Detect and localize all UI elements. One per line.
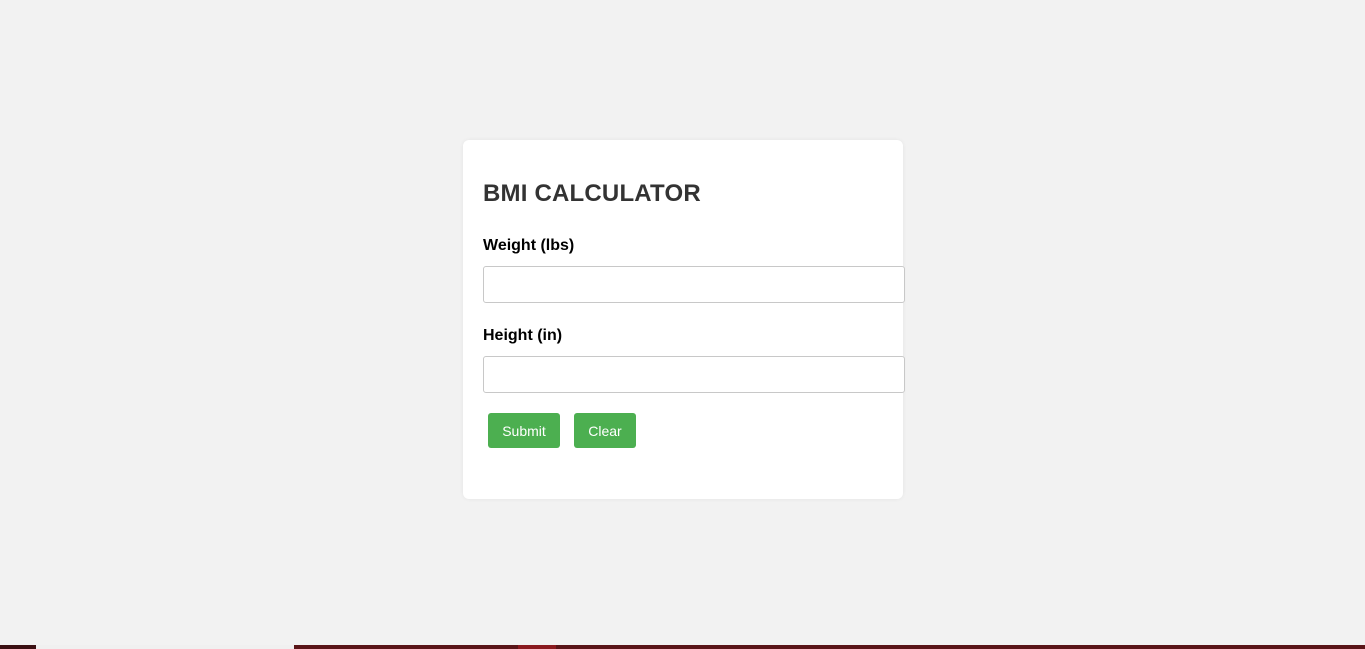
height-label: Height (in) [483,327,563,344]
weight-input[interactable] [483,266,905,303]
taskbar-start-area[interactable] [0,645,36,649]
weight-label: Weight (lbs) [483,237,575,254]
bmi-calculator-card: BMI CALCULATOR Weight (lbs) Height (in) … [463,140,905,499]
taskbar [0,645,1365,649]
submit-button[interactable]: Submit [488,413,560,448]
height-input[interactable] [483,356,905,393]
taskbar-app-icon[interactable] [518,645,556,649]
page-title: BMI CALCULATOR [483,180,701,207]
clear-button[interactable]: Clear [574,413,636,448]
taskbar-search-box[interactable] [36,645,294,649]
